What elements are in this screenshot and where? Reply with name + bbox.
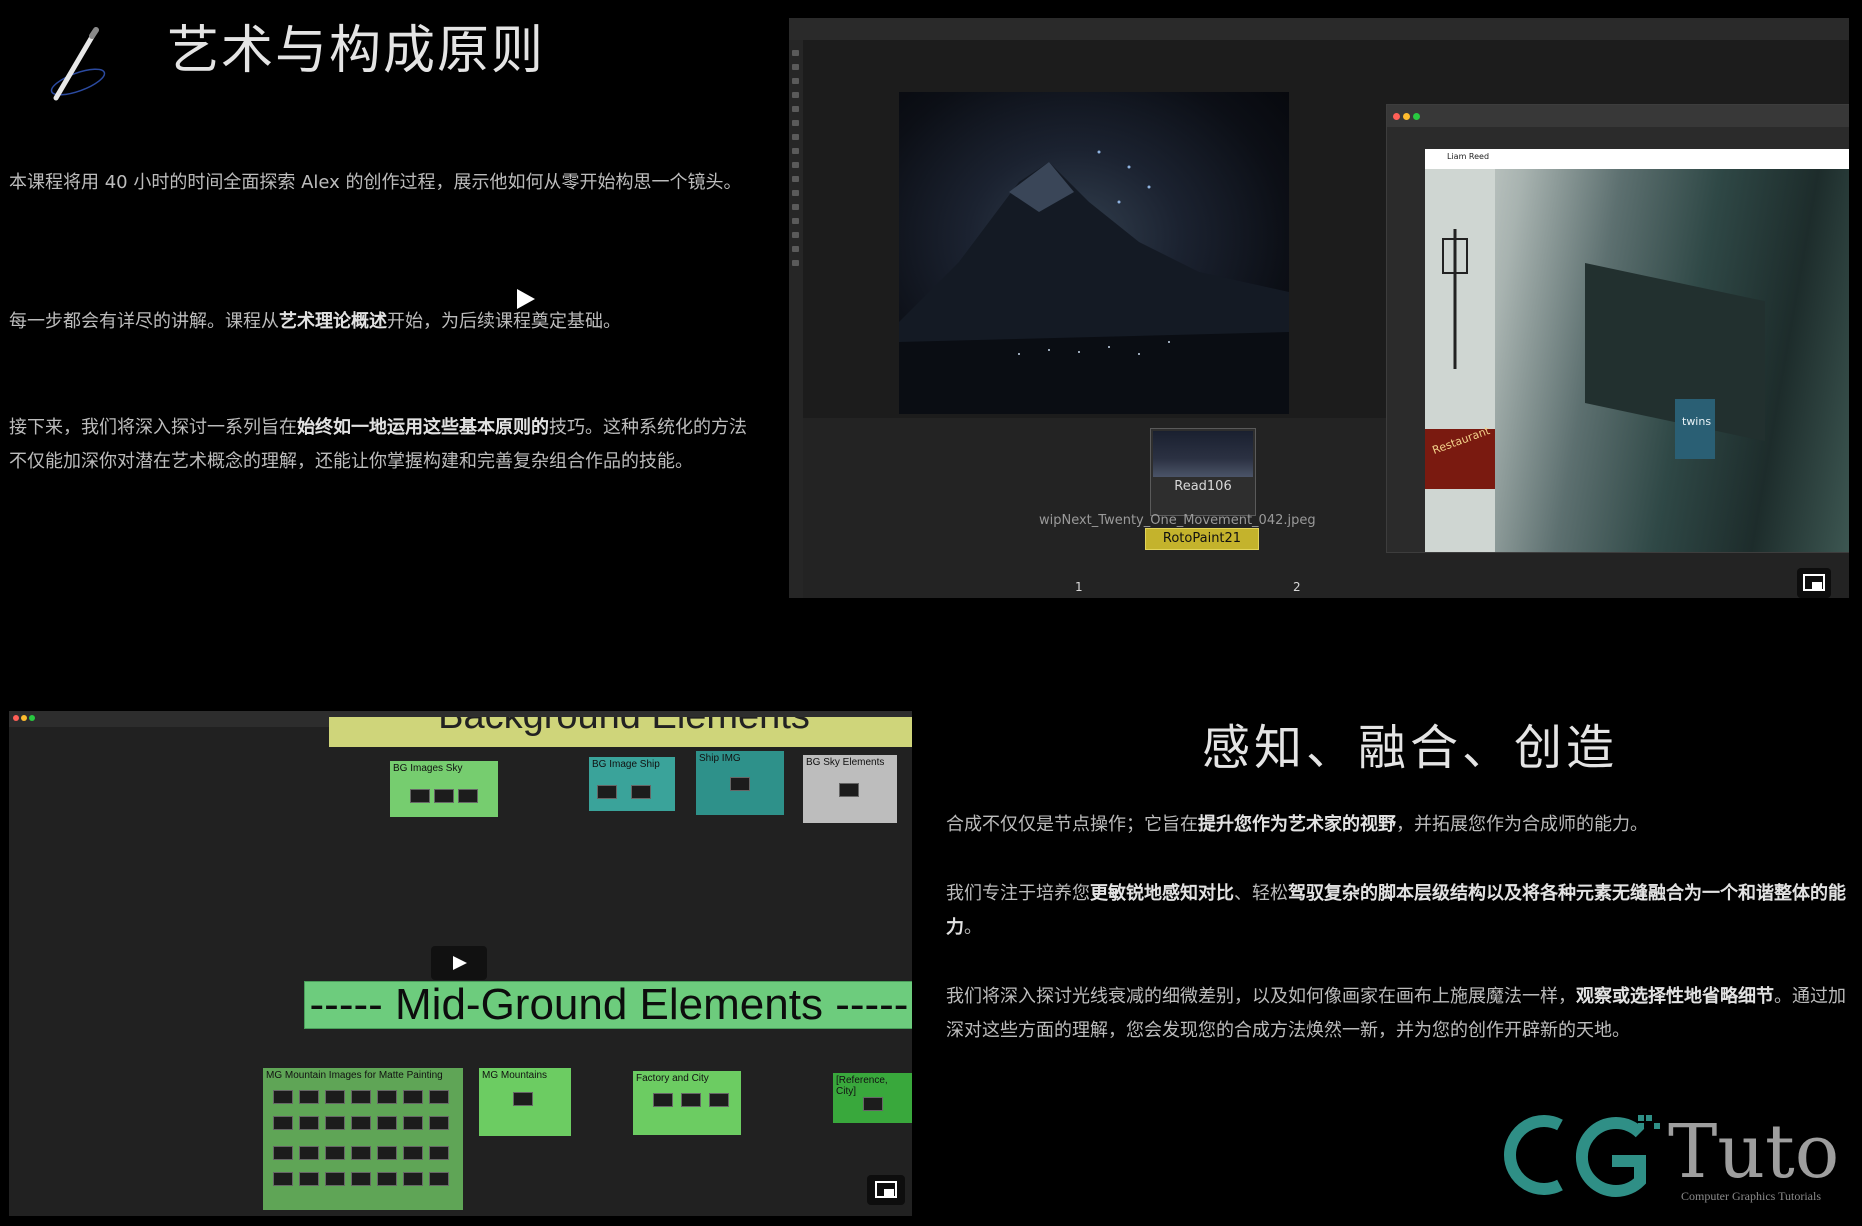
node-pin-1: 1 <box>1075 580 1083 594</box>
logo-name: Tuto <box>1668 1109 1840 1195</box>
logo-tagline: Computer Graphics Tutorials <box>1681 1189 1821 1203</box>
app-menubar <box>789 18 1849 40</box>
skills-paragraph: 我们专注于培养您更敏锐地感知对比、轻松驾驭复杂的脚本层级结构以及将各种元素无缝融… <box>946 883 1846 938</box>
backdrop-reference-city[interactable]: [Reference, City] <box>833 1073 912 1123</box>
section-title-perceive-blend-create: 感知、融合、创造 <box>1202 720 1619 776</box>
backdrop-bg-sky-elements[interactable]: BG Sky Elements <box>803 755 897 823</box>
backdrop-label: [Reference, City] <box>836 1075 888 1097</box>
rotopaint-node[interactable]: RotoPaint21 <box>1145 528 1259 550</box>
backdrop-ship-img[interactable]: Ship IMG <box>696 751 784 815</box>
browser-toolbar <box>1387 105 1849 127</box>
backdrop-label: Ship IMG <box>699 753 741 764</box>
post-author: Liam Reed <box>1447 152 1490 161</box>
backdrop-label: Background Elements <box>329 717 912 738</box>
photo-sign-twins: twins <box>1682 415 1712 428</box>
picture-in-picture-icon[interactable] <box>1797 568 1831 598</box>
picture-in-picture-icon[interactable] <box>867 1175 905 1205</box>
backdrop-label: MG Mountains <box>482 1070 548 1081</box>
mountain-render <box>899 150 1289 414</box>
compositing-paragraph: 合成不仅仅是节点操作；它旨在提升您作为艺术家的视野，并拓展您作为合成师的能力。 <box>946 814 1648 835</box>
section-title-art-principles: 艺术与构成原则 <box>167 21 546 81</box>
tools-sidebar <box>789 40 803 598</box>
brush-icon <box>44 26 116 102</box>
backdrop-label: BG Image Ship <box>592 759 660 770</box>
backdrop-mg-mountains[interactable]: MG Mountains <box>479 1068 571 1136</box>
backdrop-mid-ground-elements[interactable]: ----- Mid-Ground Elements ----- <box>304 981 912 1029</box>
backdrop-background-elements[interactable]: Background Elements <box>329 717 912 747</box>
theory-paragraph: 每一步都会有详尽的讲解。课程从艺术理论概述开始，为后续课程奠定基础。 <box>9 311 621 332</box>
street-photo: Restaurant twins <box>1425 169 1849 552</box>
browser-window[interactable]: Liam Reed Restaurant twins <box>1386 104 1849 553</box>
play-button[interactable] <box>431 946 487 980</box>
cg-logo-icon <box>1504 1115 1660 1197</box>
backdrop-label: BG Sky Elements <box>806 757 885 768</box>
viewer-panel <box>899 92 1289 414</box>
play-icon[interactable] <box>511 285 539 313</box>
backdrop-label: MG Mountain Images for Matte Painting <box>266 1070 443 1081</box>
cgtuto-logo: Tuto Computer Graphics Tutorials <box>1490 1105 1850 1207</box>
read-node[interactable]: Read106 <box>1150 428 1256 516</box>
node-pin-2: 2 <box>1293 580 1301 594</box>
play-icon <box>453 956 467 970</box>
nuke-demo-video[interactable]: Read106 wipNext_Twenty_One_Movement_042.… <box>789 18 1849 598</box>
backdrop-bg-image-ship[interactable]: BG Image Ship <box>589 757 675 811</box>
post-header: Liam Reed <box>1425 149 1849 169</box>
backdrop-label: BG Images Sky <box>393 763 463 774</box>
read-node-thumbnail <box>1153 431 1253 477</box>
backdrop-mg-mountain-images[interactable]: MG Mountain Images for Matte Painting <box>263 1068 463 1210</box>
intro-paragraph: 本课程将用 40 小时的时间全面探索 Alex 的创作过程，展示他如何从零开始构… <box>9 172 742 193</box>
read-node-filename: wipNext_Twenty_One_Movement_042.jpeg <box>1039 513 1316 528</box>
backdrop-label: Factory and City <box>636 1073 709 1084</box>
backdrop-factory-and-city[interactable]: Factory and City <box>633 1071 741 1135</box>
backdrop-bg-images-sky[interactable]: BG Images Sky <box>390 761 498 817</box>
read-node-label: Read106 <box>1174 479 1232 494</box>
techniques-paragraph: 接下来，我们将深入探讨一系列旨在始终如一地运用这些基本原则的技巧。这种系统化的方… <box>9 417 747 472</box>
light-falloff-paragraph: 我们将深入探讨光线衰减的细微差别，以及如何像画家在画布上施展魔法一样，观察或选择… <box>946 986 1846 1041</box>
